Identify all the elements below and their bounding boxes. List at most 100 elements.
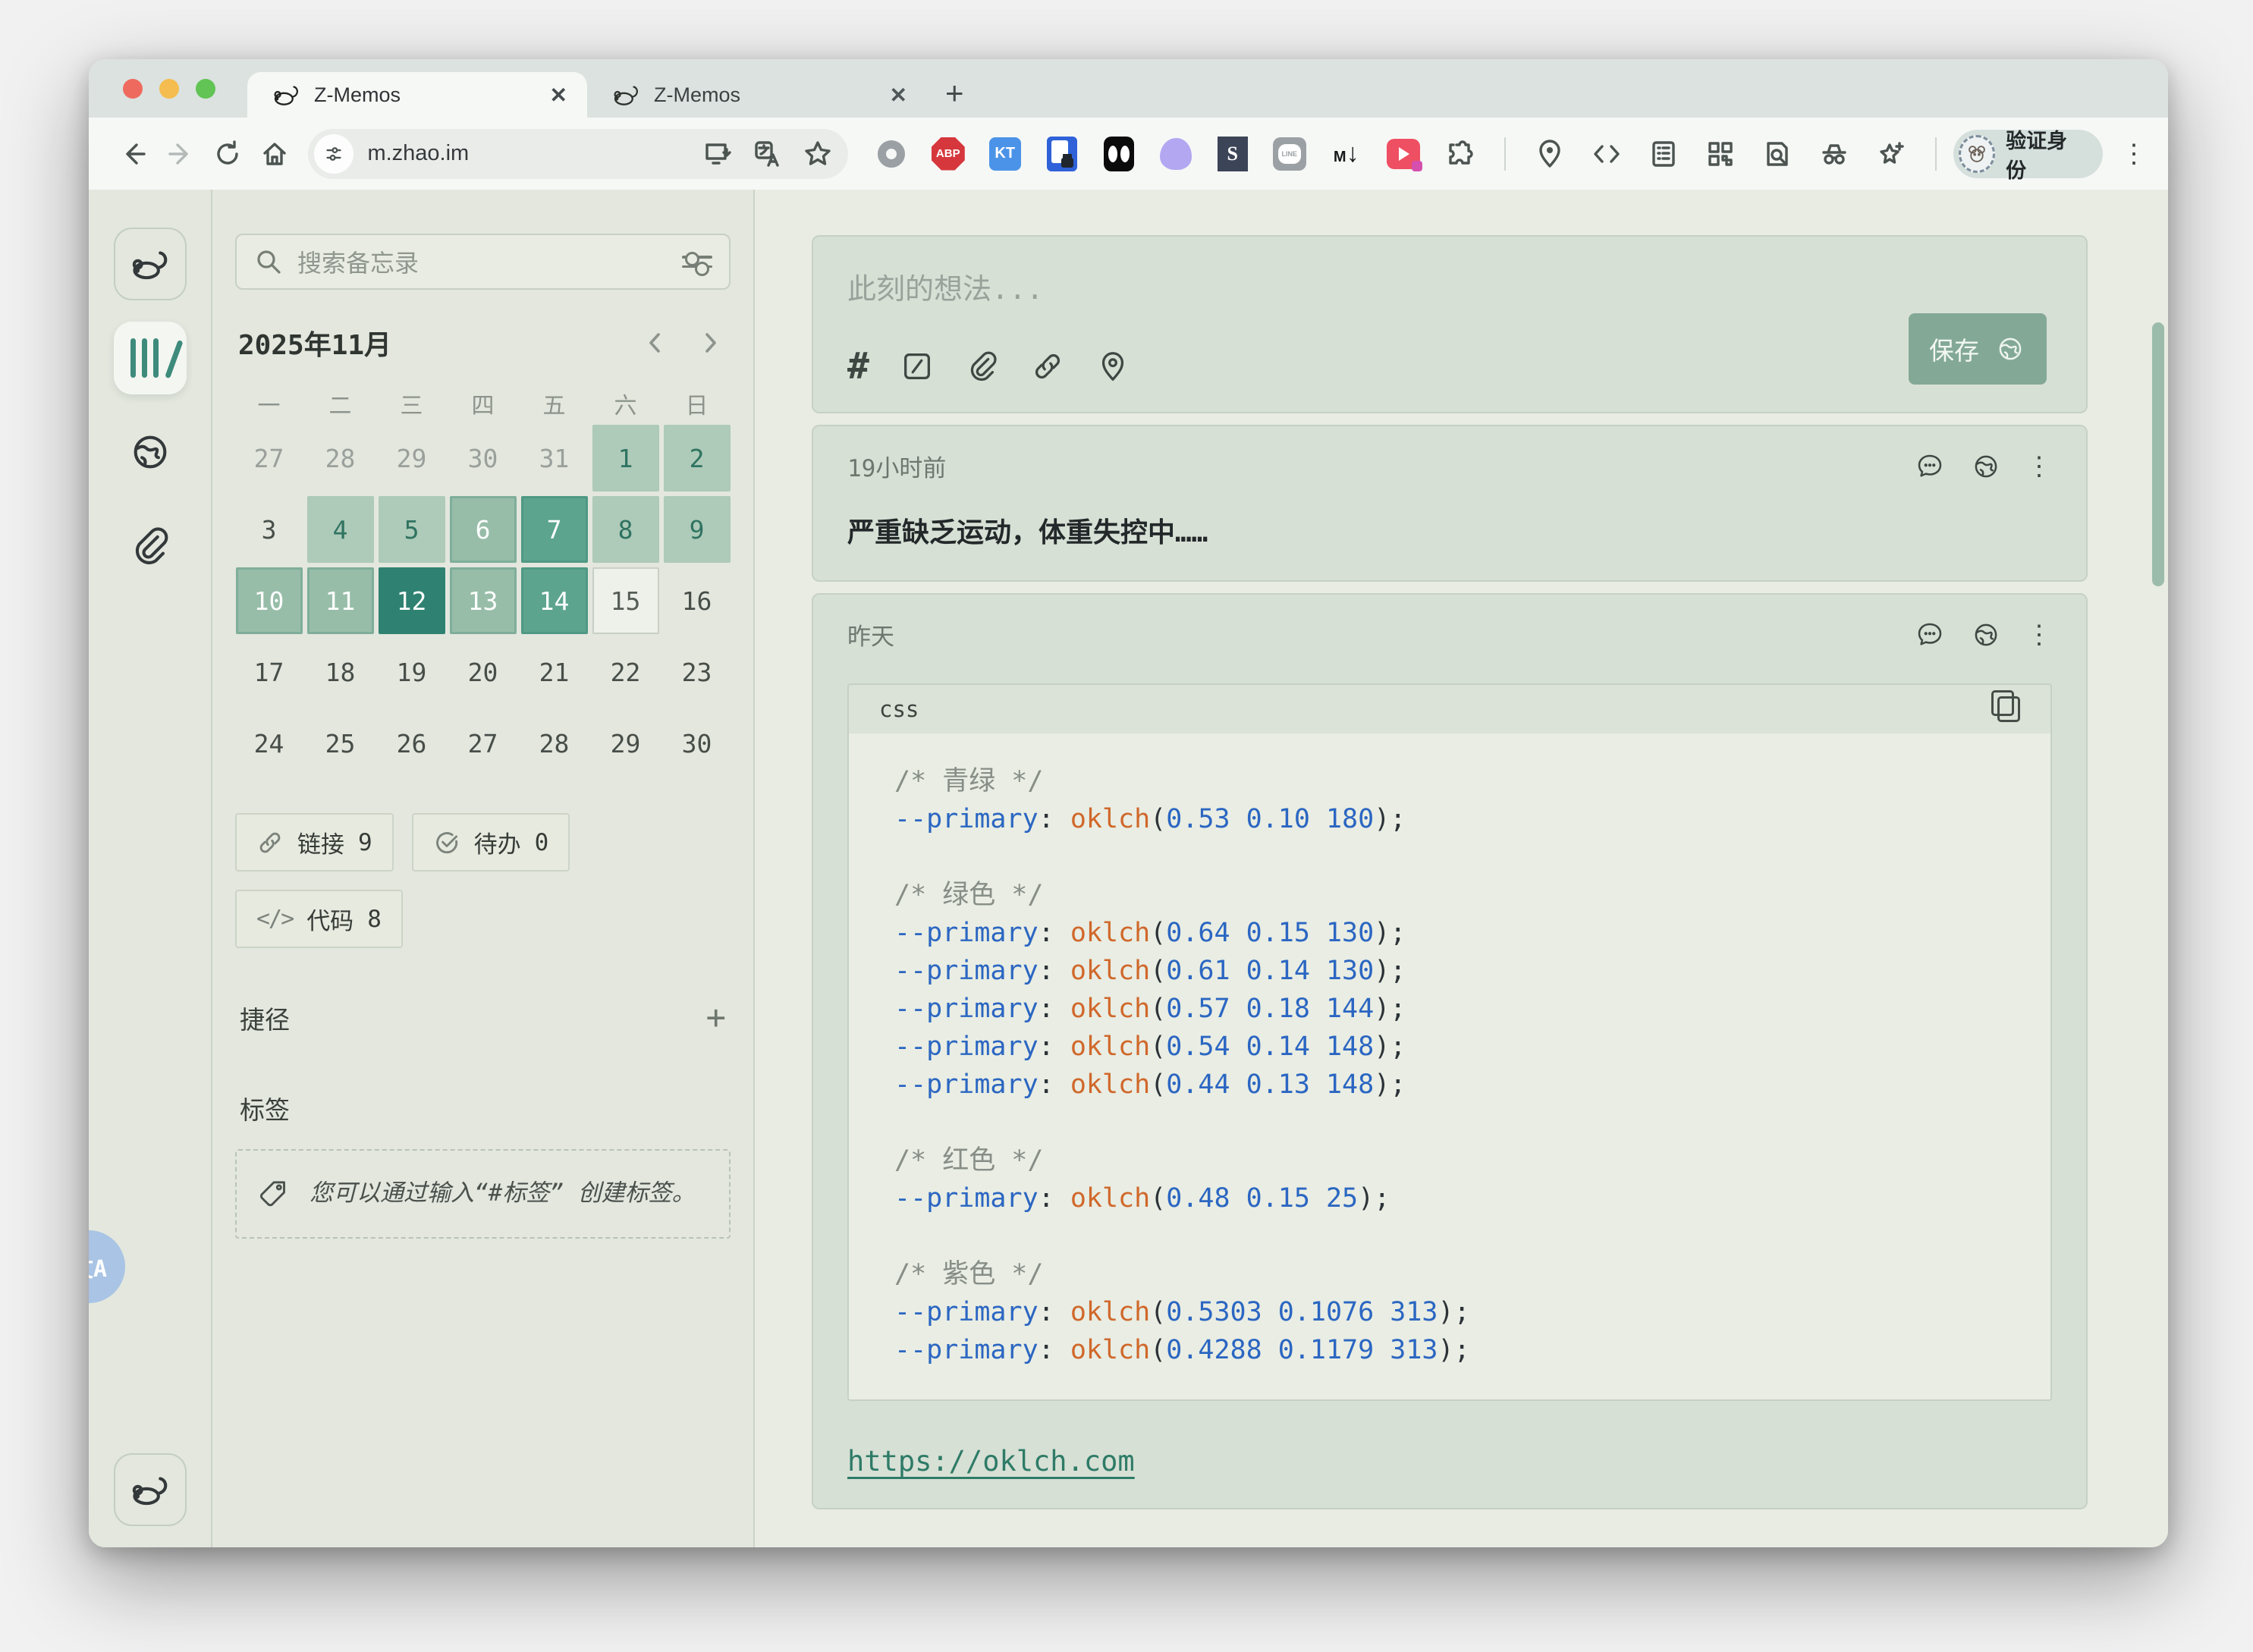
location-pin-icon[interactable]: [1532, 137, 1567, 171]
calendar-day[interactable]: 23: [664, 639, 731, 705]
calendar-day[interactable]: 7: [521, 496, 588, 563]
calendar-day[interactable]: 27: [236, 425, 303, 492]
calendar-day[interactable]: 20: [450, 639, 517, 705]
calendar-day[interactable]: 29: [379, 425, 445, 492]
calendar-day[interactable]: 25: [307, 710, 374, 777]
calendar-day[interactable]: 30: [664, 710, 731, 777]
calendar-day[interactable]: 28: [307, 425, 374, 492]
incognito-icon[interactable]: [1817, 137, 1852, 171]
calendar-day[interactable]: 27: [450, 710, 517, 777]
close-tab-icon[interactable]: ✕: [550, 83, 567, 108]
calendar-day[interactable]: 11: [307, 567, 374, 634]
forward-button[interactable]: [157, 139, 204, 169]
hashtag-icon[interactable]: #: [847, 348, 869, 385]
new-tab-button[interactable]: +: [927, 75, 972, 118]
memo-menu-icon[interactable]: ⋮: [2026, 620, 2052, 650]
extension-kt-icon[interactable]: KT: [988, 137, 1023, 171]
calendar-day[interactable]: 19: [379, 639, 445, 705]
calendar-day[interactable]: 26: [379, 710, 445, 777]
extension-s-icon[interactable]: S: [1215, 137, 1250, 171]
floating-translate-bubble[interactable]: 文A: [89, 1230, 125, 1303]
calendar-day[interactable]: 22: [592, 639, 659, 705]
calendar-day[interactable]: 3: [236, 496, 303, 563]
minimize-window-button[interactable]: [159, 79, 179, 99]
calendar-day[interactable]: 10: [236, 567, 303, 634]
scrollbar-thumb[interactable]: [2152, 322, 2164, 586]
extension-password-lock-icon[interactable]: [1045, 137, 1079, 171]
browser-menu-icon[interactable]: ⋮: [2121, 139, 2147, 169]
extension-ring-icon[interactable]: [874, 137, 909, 171]
calendar-day[interactable]: 13: [450, 567, 517, 634]
memo-editor[interactable]: 此刻的想法... # 保存: [812, 235, 2088, 413]
globe-icon[interactable]: [1970, 451, 2002, 482]
attachment-icon[interactable]: [965, 349, 1000, 384]
nav-attachments-button[interactable]: [114, 510, 187, 583]
copy-code-icon[interactable]: [1997, 696, 2020, 722]
calendar-day[interactable]: 16: [664, 567, 731, 634]
extension-adblock-icon[interactable]: ABP: [931, 137, 966, 171]
qr-code-icon[interactable]: [1703, 137, 1738, 171]
send-to-device-icon[interactable]: [702, 139, 733, 169]
bookmark-star-icon[interactable]: [803, 139, 833, 169]
calendar-day[interactable]: 6: [450, 496, 517, 563]
comment-icon[interactable]: [1914, 619, 1946, 651]
reading-list-icon[interactable]: [1646, 137, 1681, 171]
reload-button[interactable]: [204, 139, 251, 169]
calendar-day[interactable]: 9: [664, 496, 731, 563]
calendar-day[interactable]: 8: [592, 496, 659, 563]
calendar-day[interactable]: 4: [307, 496, 374, 563]
extension-markdown-icon[interactable]: M↓: [1329, 137, 1364, 171]
location-icon[interactable]: [1095, 349, 1130, 384]
comment-icon[interactable]: [1914, 451, 1946, 482]
calendar-day[interactable]: 29: [592, 710, 659, 777]
code-stat-chip[interactable]: </> 代码 8: [235, 890, 403, 948]
save-button[interactable]: 保存: [1909, 313, 2047, 385]
calendar-day[interactable]: 1: [592, 425, 659, 492]
site-settings-icon[interactable]: [314, 134, 354, 174]
prev-month-icon[interactable]: [644, 331, 667, 354]
search-input[interactable]: 搜索备忘录: [235, 234, 731, 290]
zoom-window-button[interactable]: [196, 79, 215, 99]
profile-chip[interactable]: 验证身份: [1953, 130, 2103, 178]
tab-z-memos-active[interactable]: Z-Memos ✕: [247, 72, 587, 118]
find-in-page-icon[interactable]: [1760, 137, 1795, 171]
calendar-day[interactable]: 2: [664, 425, 731, 492]
tab-z-memos-inactive[interactable]: Z-Memos ✕: [587, 72, 927, 118]
calendar-day[interactable]: 5: [379, 496, 445, 563]
nav-memos-library-button[interactable]: [114, 322, 187, 394]
calendar-day[interactable]: 24: [236, 710, 303, 777]
bottom-mouse-button[interactable]: [114, 1453, 187, 1526]
calendar-day[interactable]: 18: [307, 639, 374, 705]
extension-line-icon[interactable]: LINE: [1272, 137, 1307, 171]
app-logo-mouse-icon[interactable]: [114, 228, 187, 300]
todos-stat-chip[interactable]: 待办 0: [412, 813, 570, 872]
calendar-day[interactable]: 12: [379, 567, 445, 634]
extensions-puzzle-icon[interactable]: [1443, 137, 1478, 171]
link-icon[interactable]: [1030, 349, 1065, 384]
url-text[interactable]: m.zhao.im: [367, 141, 702, 166]
todo-checkbox-icon[interactable]: [900, 349, 935, 384]
close-window-button[interactable]: [123, 79, 143, 99]
translate-icon[interactable]: [753, 139, 783, 169]
code-brackets-icon[interactable]: [1589, 137, 1624, 171]
extension-eyes-icon[interactable]: [1101, 137, 1136, 171]
calendar-day[interactable]: 21: [521, 639, 588, 705]
nav-explore-button[interactable]: [114, 416, 187, 488]
calendar-day[interactable]: 30: [450, 425, 517, 492]
add-shortcut-button[interactable]: +: [706, 998, 727, 1037]
calendar-day[interactable]: 15: [592, 567, 659, 634]
close-tab-icon[interactable]: ✕: [890, 83, 907, 108]
calendar-day[interactable]: 14: [521, 567, 588, 634]
globe-icon[interactable]: [1970, 619, 2002, 651]
back-button[interactable]: [110, 139, 157, 169]
home-button[interactable]: [251, 139, 298, 169]
next-month-icon[interactable]: [699, 331, 721, 354]
star-sparkle-icon[interactable]: [1874, 137, 1909, 171]
memo-link[interactable]: https://oklch.com: [847, 1445, 1135, 1478]
search-filter-icon[interactable]: [682, 256, 712, 268]
memo-menu-icon[interactable]: ⋮: [2026, 451, 2052, 482]
extension-video-icon[interactable]: [1386, 137, 1421, 171]
address-bar[interactable]: m.zhao.im: [308, 129, 847, 179]
links-stat-chip[interactable]: 链接 9: [235, 813, 394, 872]
calendar-day[interactable]: 28: [521, 710, 588, 777]
